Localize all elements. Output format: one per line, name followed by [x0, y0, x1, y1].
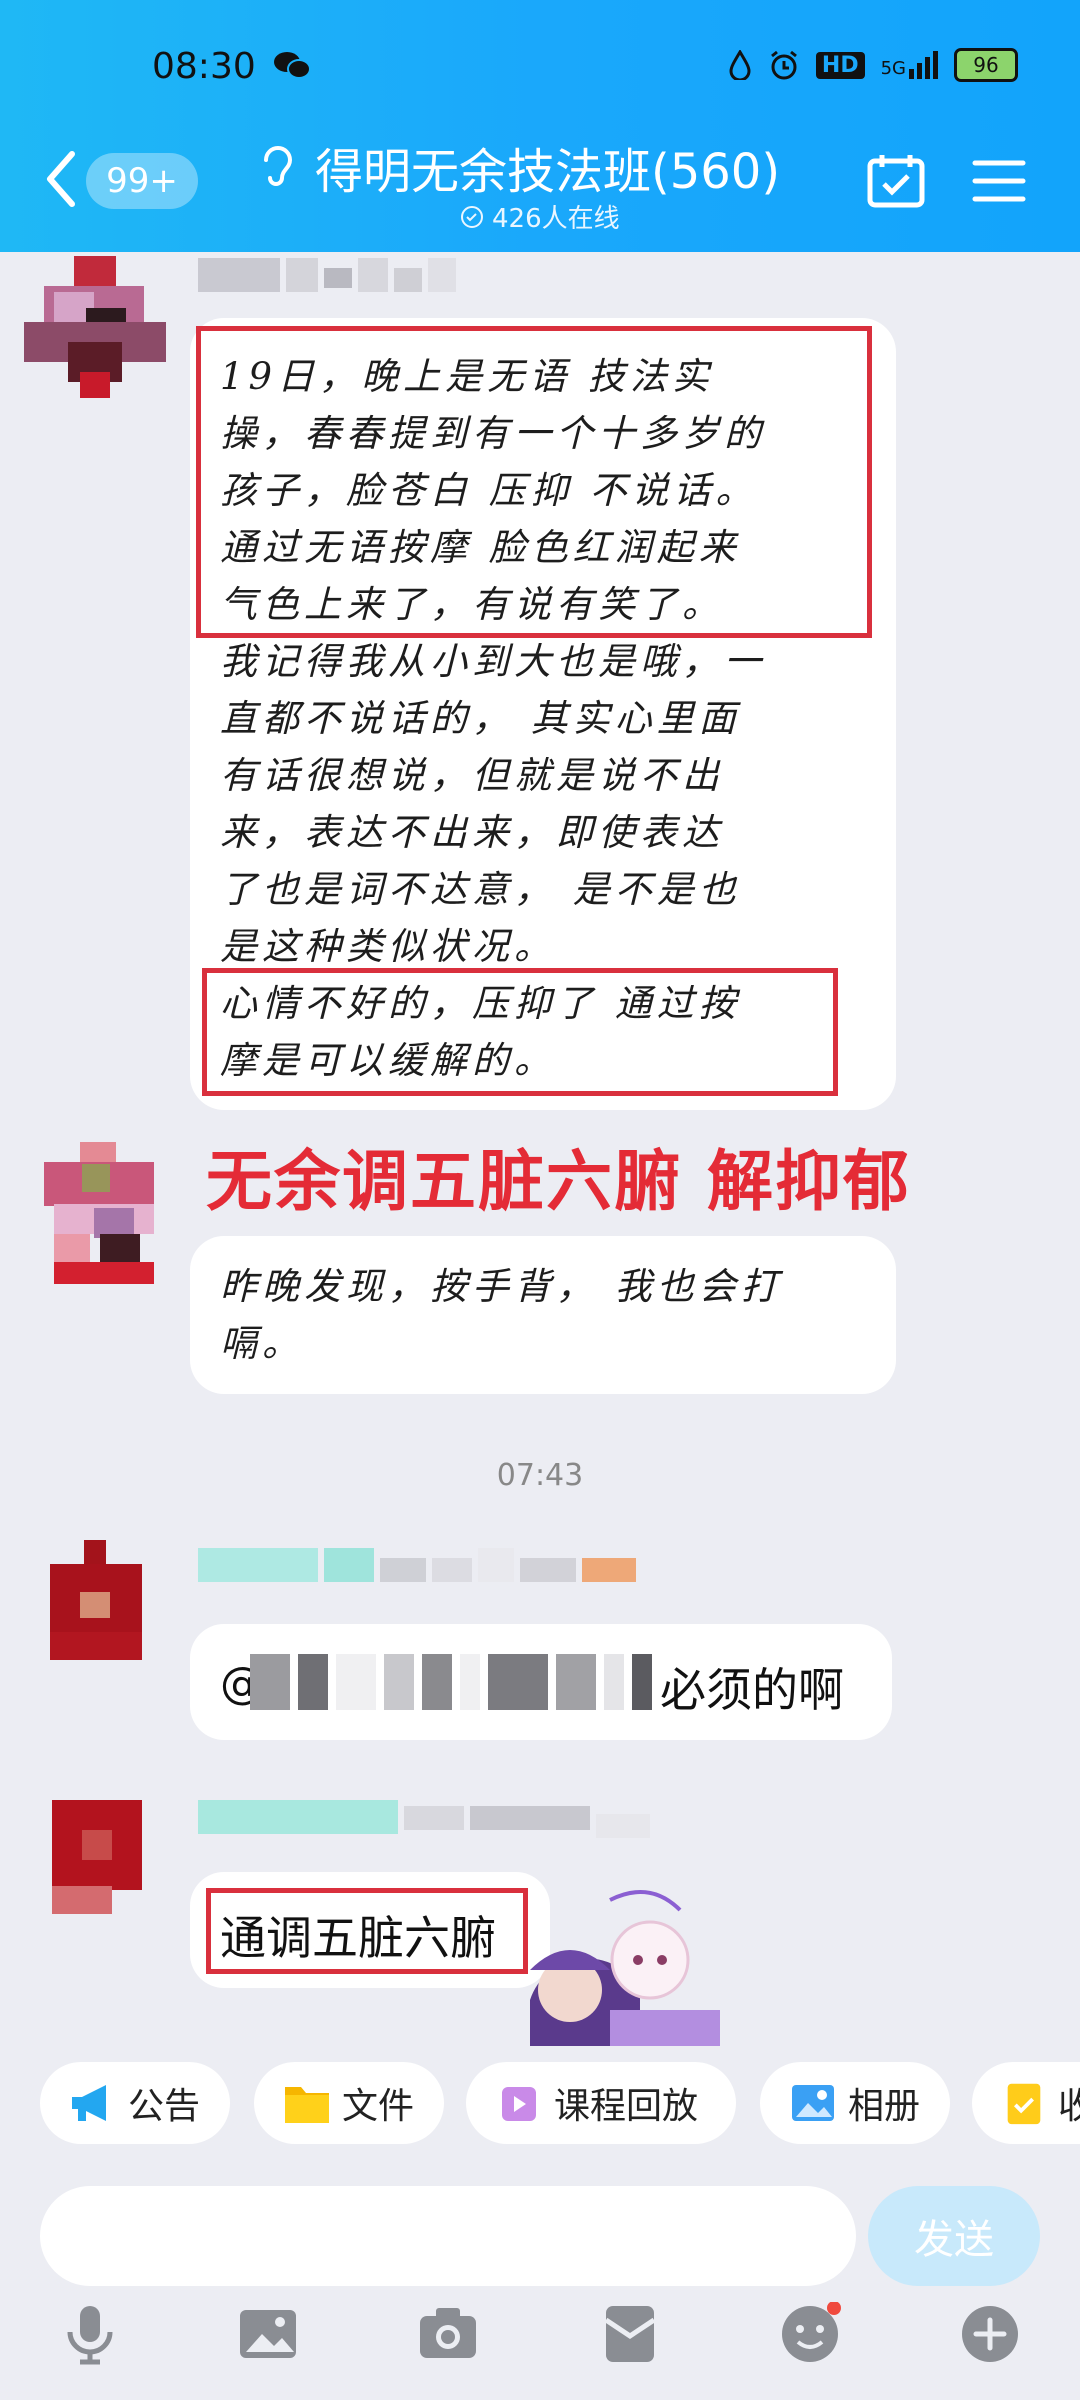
toolbar-announcement[interactable]: 公告	[40, 2062, 230, 2144]
quick-toolbar: 公告 文件 课程回放 相册 收	[0, 2062, 1080, 2146]
toolbar-favorites[interactable]: 收	[972, 2062, 1080, 2144]
sender-name-blurred	[198, 1548, 636, 1582]
battery-indicator: 96	[954, 48, 1018, 82]
hd-badge: HD	[815, 51, 865, 79]
wechat-icon	[274, 52, 311, 79]
message-input[interactable]	[40, 2186, 856, 2286]
message-bubble[interactable]: 昨晚发现，按手背， 我也会打 嗝。	[190, 1236, 896, 1394]
ear-icon[interactable]	[258, 142, 294, 192]
toolbar-course-replay[interactable]: 课程回放	[466, 2062, 736, 2144]
back-arrow-icon[interactable]	[42, 150, 80, 208]
toolbar-files[interactable]: 文件	[254, 2062, 444, 2144]
network-indicator: 5G	[881, 51, 938, 79]
group-title[interactable]: 得明无余技法班(560)	[315, 132, 780, 202]
highlight-box	[196, 326, 872, 638]
folder-icon	[285, 2087, 329, 2123]
check-circle-icon	[461, 205, 483, 228]
avatar[interactable]	[52, 1800, 142, 1914]
message-text: 必须的啊	[660, 1663, 844, 1717]
toolbar-album[interactable]: 相册	[760, 2062, 950, 2144]
calendar-check-icon[interactable]	[866, 153, 926, 209]
alarm-icon	[770, 50, 797, 80]
avatar[interactable]	[50, 1540, 142, 1660]
status-time: 08:30	[152, 46, 256, 87]
message-text: 昨晚发现，按手背， 我也会打 嗝。	[220, 1265, 783, 1365]
timestamp: 07:43	[496, 1458, 584, 1493]
overlay-caption: 无余调五脏六腑 解抑郁	[206, 1143, 911, 1220]
video-icon	[502, 2087, 536, 2121]
menu-icon[interactable]	[972, 158, 1026, 204]
character-sticker-icon	[530, 1890, 720, 2046]
drop-icon	[729, 50, 751, 80]
sender-name-blurred	[198, 1800, 650, 1838]
album-icon	[792, 2085, 834, 2121]
send-button[interactable]: 发送	[868, 2186, 1040, 2286]
favorite-icon	[1007, 2083, 1041, 2125]
unread-badge[interactable]: 99+	[86, 153, 198, 209]
camera-icon[interactable]	[416, 2302, 480, 2366]
message-bubble[interactable]: @ 必须的啊	[190, 1624, 892, 1740]
megaphone-icon	[72, 2085, 106, 2121]
status-icons: HD 5G 96	[728, 48, 1018, 82]
plus-icon[interactable]	[958, 2302, 1022, 2366]
chat-header: 08:30 HD 5G 96 99+ 得明无余技法班(560) 426人在线	[0, 0, 1080, 252]
online-status: 426人在线	[460, 198, 620, 235]
avatar[interactable]	[24, 1142, 166, 1284]
microphone-icon[interactable]	[58, 2302, 122, 2366]
image-icon[interactable]	[236, 2302, 300, 2366]
sender-name-blurred	[198, 258, 456, 292]
mention-name-blurred	[250, 1654, 652, 1710]
red-packet-icon[interactable]	[598, 2302, 662, 2366]
avatar[interactable]	[24, 256, 166, 398]
emoji-icon[interactable]	[778, 2302, 842, 2366]
highlight-box	[202, 968, 838, 1096]
